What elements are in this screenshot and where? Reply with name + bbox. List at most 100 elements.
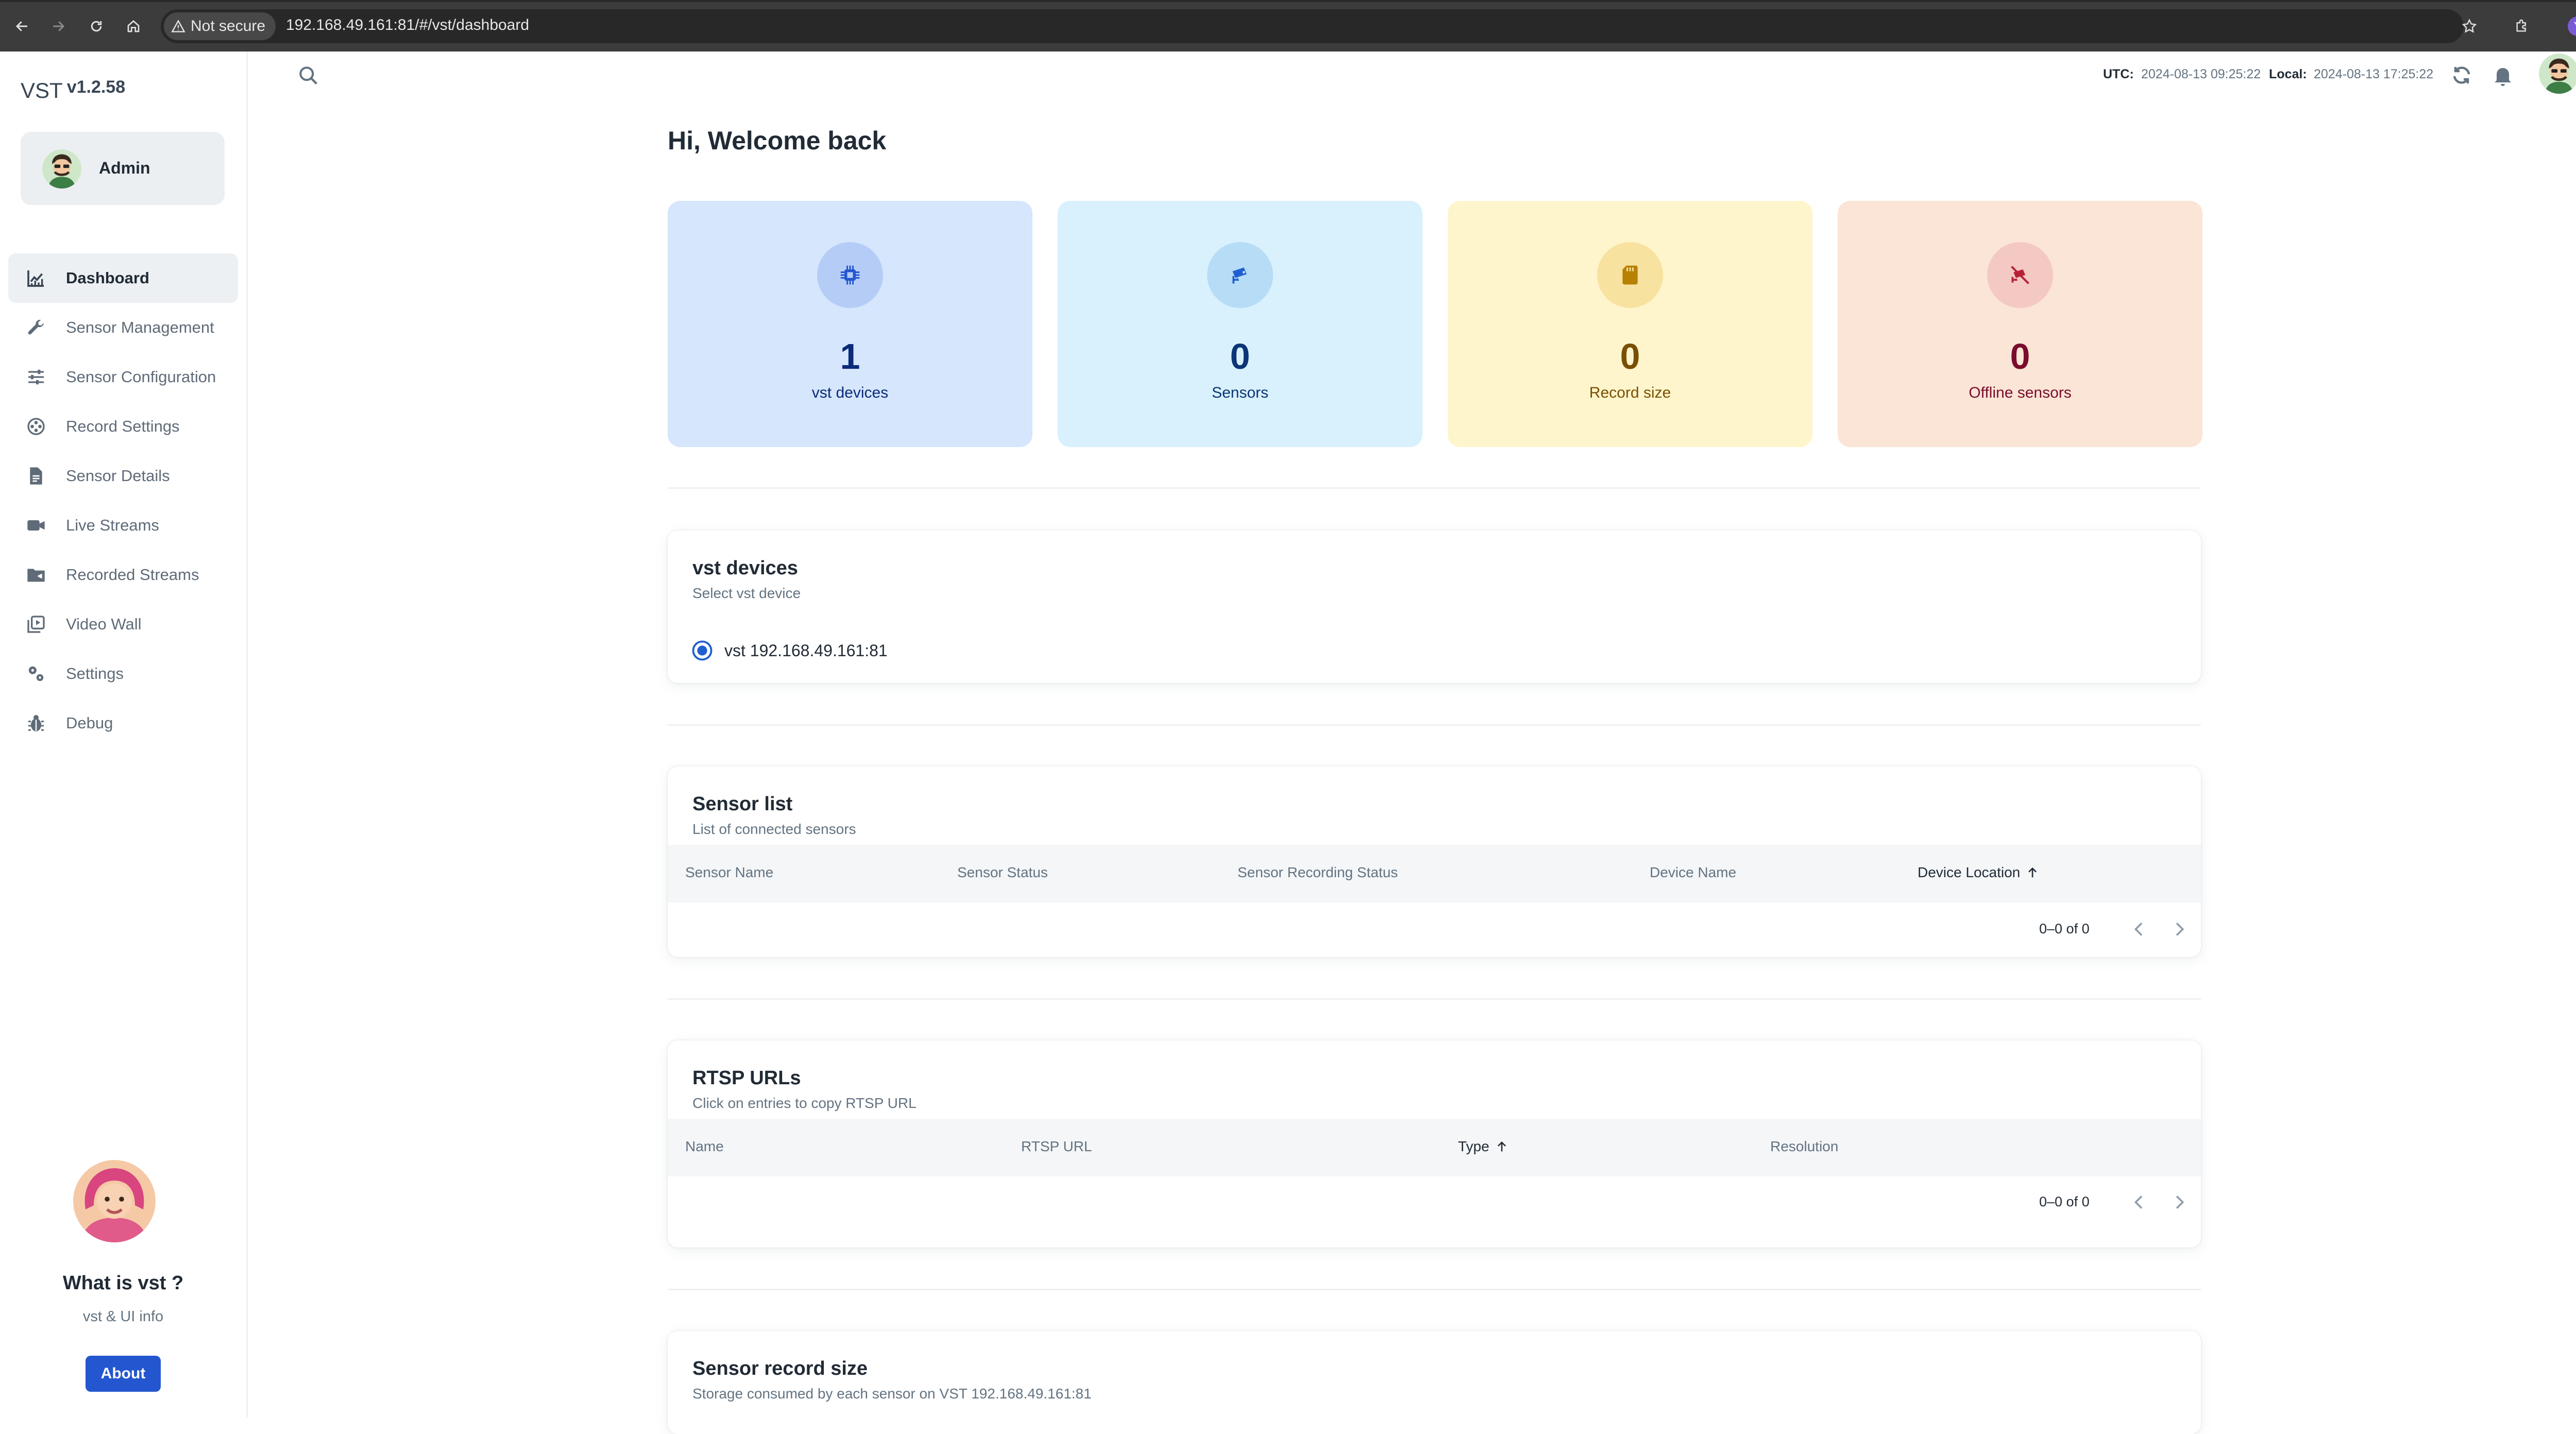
- sort-ascending-icon: [1497, 1141, 1506, 1152]
- stat-label: Record size: [1589, 384, 1671, 401]
- chart-line-icon: [27, 270, 44, 287]
- video-camera-icon: [27, 520, 45, 531]
- user-avatar[interactable]: [2539, 54, 2576, 94]
- rtsp-urls-card: RTSP URLs Click on entries to copy RTSP …: [668, 1040, 2201, 1248]
- puzzle-icon: [2516, 19, 2526, 32]
- chip-icon: [840, 265, 860, 285]
- forward-button[interactable]: [46, 14, 70, 38]
- column-name[interactable]: Name: [685, 1138, 724, 1155]
- url-text[interactable]: 192.168.49.161:81/#/vst/dashboard: [286, 16, 529, 34]
- chevron-left-icon[interactable]: [2129, 919, 2149, 940]
- sd-card-icon: [1622, 265, 1638, 285]
- stat-icon-circle: [817, 242, 883, 308]
- reload-icon: [91, 21, 102, 32]
- sidebar-item-label: Settings: [66, 664, 124, 682]
- sidebar-item-debug[interactable]: Debug: [8, 698, 238, 748]
- account-avatar: [42, 149, 81, 189]
- account-name: Admin: [99, 159, 150, 177]
- sidebar-item-label: Debug: [66, 714, 113, 732]
- column-device-location[interactable]: Device Location: [1918, 864, 2040, 881]
- browser-toolbar: Not secure 192.168.49.161:81/#/vst/dashb…: [0, 0, 2576, 52]
- warning-icon: [171, 20, 185, 32]
- home-icon: [127, 20, 140, 32]
- vst-devices-card: vst devices Select vst device vst 192.16…: [668, 531, 2201, 683]
- radio-selected-icon[interactable]: [691, 640, 713, 661]
- star-icon: [2462, 19, 2477, 33]
- sensor-list-card: Sensor list List of connected sensors Se…: [668, 766, 2201, 957]
- film-reel-icon: [27, 418, 45, 435]
- sidebar-item-video-wall[interactable]: Video Wall: [8, 600, 238, 649]
- stat-label: Offline sensors: [1969, 384, 2072, 401]
- table-header: Sensor Name Sensor Status Sensor Recordi…: [668, 845, 2201, 902]
- home-button[interactable]: [122, 14, 145, 38]
- sidebar-item-sensor-details[interactable]: Sensor Details: [8, 451, 238, 501]
- security-indicator[interactable]: Not secure: [164, 12, 276, 40]
- section-divider: [668, 998, 2201, 1000]
- utc-label: UTC:: [2103, 67, 2134, 81]
- account-card[interactable]: Admin: [21, 132, 225, 205]
- back-button[interactable]: [10, 14, 34, 38]
- column-device-name[interactable]: Device Name: [1650, 864, 1736, 881]
- column-rtsp-url[interactable]: RTSP URL: [1021, 1138, 1092, 1155]
- chevron-right-icon[interactable]: [2169, 1192, 2190, 1213]
- about-button[interactable]: About: [86, 1356, 161, 1392]
- card-subtitle: Storage consumed by each sensor on VST 1…: [692, 1386, 1092, 1402]
- sidebar-item-settings[interactable]: Settings: [8, 649, 238, 698]
- sidebar-item-dashboard[interactable]: Dashboard: [8, 253, 238, 303]
- stat-label: Sensors: [1211, 384, 1269, 401]
- arrow-left-icon: [15, 21, 27, 31]
- sidebar-item-label: Video Wall: [66, 615, 142, 633]
- stat-card-offline-sensors: 0 Offline sensors: [1838, 201, 2202, 447]
- sidebar-item-sensor-configuration[interactable]: Sensor Configuration: [8, 352, 238, 402]
- tab-strip-edge: [0, 0, 2576, 2]
- reload-button[interactable]: [84, 14, 108, 38]
- sensor-record-size-card: Sensor record size Storage consumed by e…: [668, 1331, 2201, 1434]
- card-title: RTSP URLs: [692, 1067, 801, 1089]
- sidebar-item-sensor-management[interactable]: Sensor Management: [8, 303, 238, 352]
- sliders-icon: [28, 369, 44, 385]
- extensions-button[interactable]: [2510, 14, 2534, 38]
- chevron-left-icon[interactable]: [2129, 1192, 2149, 1213]
- sidebar-item-label: Dashboard: [66, 269, 149, 287]
- promo-subtitle: vst & UI info: [82, 1308, 164, 1325]
- app-logo[interactable]: VST v1.2.58: [21, 77, 125, 103]
- stat-icon-circle: [1207, 242, 1273, 308]
- card-title: Sensor record size: [692, 1358, 868, 1379]
- column-type[interactable]: Type: [1458, 1138, 1509, 1155]
- bell-icon[interactable]: [2490, 63, 2515, 88]
- bookmark-button[interactable]: [2458, 14, 2481, 38]
- stat-icon-circle: [1597, 242, 1663, 308]
- column-resolution[interactable]: Resolution: [1770, 1138, 1838, 1155]
- column-label: Device Location: [1918, 864, 2021, 880]
- promo-title: What is vst ?: [62, 1272, 184, 1294]
- local-time: 2024-08-13 17:25:22: [2314, 67, 2434, 81]
- column-label: Sensor Status: [957, 864, 1048, 880]
- column-sensor-name[interactable]: Sensor Name: [685, 864, 773, 881]
- arrow-right-icon: [53, 21, 65, 31]
- card-title: Sensor list: [692, 793, 793, 815]
- stat-value: 0: [1230, 336, 1250, 377]
- refresh-icon[interactable]: [2449, 63, 2474, 88]
- sidebar-item-live-streams[interactable]: Live Streams: [8, 501, 238, 550]
- browser-profile-avatar[interactable]: Y: [2568, 16, 2576, 36]
- column-sensor-status[interactable]: Sensor Status: [957, 864, 1048, 881]
- sidebar-item-recorded-streams[interactable]: Recorded Streams: [8, 550, 238, 600]
- pagination-info: 0–0 of 0: [2039, 921, 2090, 936]
- stat-card-record-size: 0 Record size: [1448, 201, 1812, 447]
- sidebar-item-label: Recorded Streams: [66, 566, 199, 584]
- camera-off-icon: [2011, 266, 2029, 284]
- column-sensor-recording-status[interactable]: Sensor Recording Status: [1238, 864, 1398, 881]
- stat-value: 1: [840, 336, 860, 377]
- stat-value: 0: [1620, 336, 1640, 377]
- search-icon[interactable]: [297, 64, 319, 87]
- device-radio-option[interactable]: vst 192.168.49.161:81: [691, 640, 888, 661]
- card-subtitle: Click on entries to copy RTSP URL: [692, 1095, 917, 1111]
- sidebar-item-record-settings[interactable]: Record Settings: [8, 402, 238, 451]
- welcome-heading: Hi, Welcome back: [668, 126, 887, 155]
- chevron-right-icon[interactable]: [2169, 919, 2190, 940]
- stat-card-sensors: 0 Sensors: [1058, 201, 1422, 447]
- sidebar-item-label: Record Settings: [66, 417, 180, 435]
- sidebar: VST v1.2.58 Admin Dashboard Sensor Manage…: [0, 52, 248, 1418]
- folder-video-icon: [27, 569, 45, 582]
- column-label: Device Name: [1650, 864, 1737, 880]
